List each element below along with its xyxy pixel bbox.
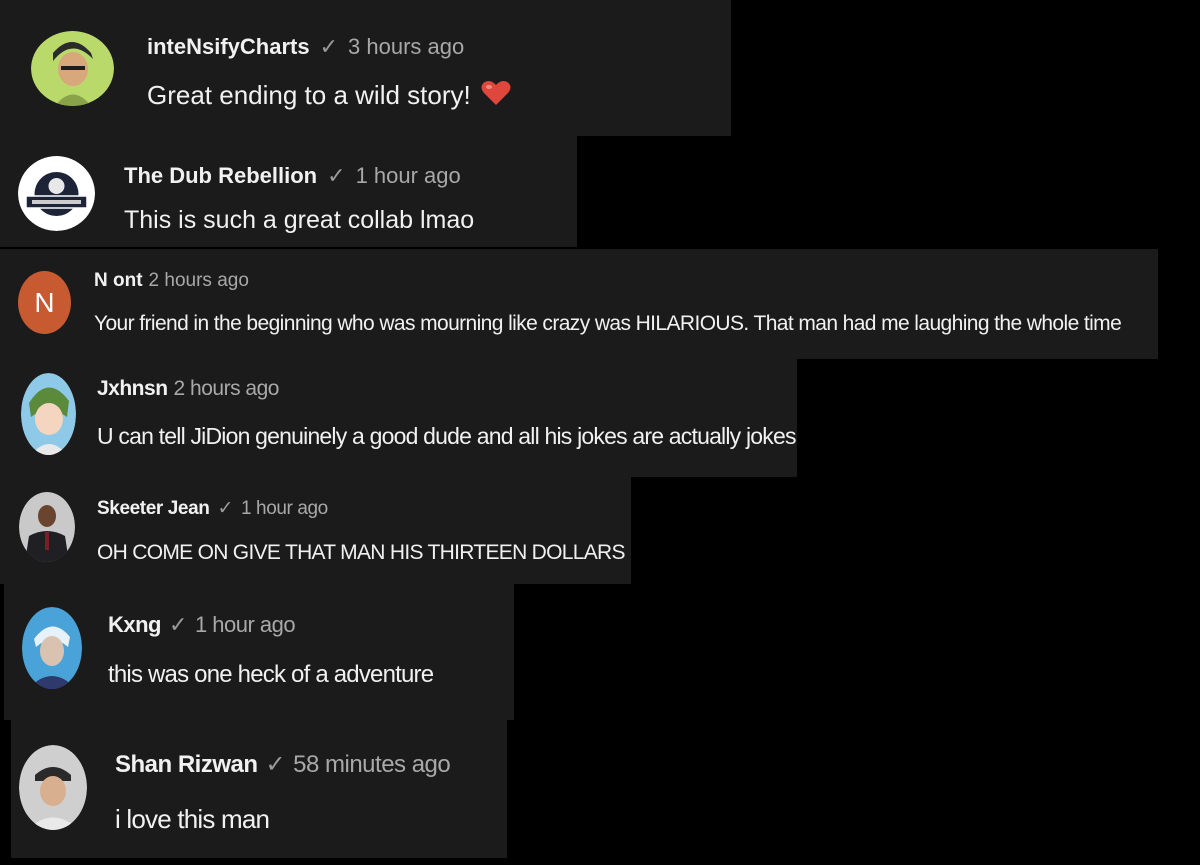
comment-text: OH COME ON GIVE THAT MAN HIS THIRTEEN DO… — [97, 541, 626, 564]
comment-text: U can tell JiDion genuinely a good dude … — [97, 423, 796, 449]
verified-check-icon: ✓ — [327, 163, 346, 188]
timestamp[interactable]: 1 hour ago — [356, 163, 461, 189]
comment-text: This is such a great collab lmao — [124, 206, 475, 234]
comment-card: Kxng ✓ 1 hour ago this was one heck of a… — [4, 584, 514, 720]
author-name[interactable]: inteNsifyCharts — [147, 34, 310, 60]
avatar[interactable] — [21, 373, 76, 455]
comment-card: Skeeter Jean ✓ 1 hour ago OH COME ON GIV… — [0, 477, 631, 584]
comment-text: this was one heck of a adventure — [108, 661, 434, 688]
verified-check-icon: ✓ — [217, 498, 233, 519]
comment-text: i love this man — [115, 804, 270, 834]
comment-card: The Dub Rebellion ✓ 1 hour ago This is s… — [0, 136, 577, 247]
timestamp[interactable]: 1 hour ago — [241, 498, 328, 520]
author-name[interactable]: Jxhnsn — [97, 377, 168, 401]
avatar[interactable] — [18, 156, 95, 231]
verified-check-icon: ✓ — [319, 34, 339, 59]
author-name[interactable]: Skeeter Jean — [97, 498, 210, 520]
timestamp[interactable]: 2 hours ago — [149, 270, 249, 292]
timestamp[interactable]: 58 minutes ago — [293, 751, 451, 779]
comment-card: Shan Rizwan ✓ 58 minutes ago i love this… — [11, 720, 507, 858]
avatar[interactable] — [22, 607, 82, 689]
avatar[interactable] — [31, 31, 114, 106]
comment-card: N N ont 2 hours ago Your friend in the b… — [0, 249, 1158, 359]
comment-card: Jxhnsn 2 hours ago U can tell JiDion gen… — [0, 359, 797, 477]
author-name[interactable]: The Dub Rebellion — [124, 163, 317, 189]
comment-card: inteNsifyCharts ✓ 3 hours ago Great endi… — [0, 0, 731, 136]
timestamp[interactable]: 3 hours ago — [348, 34, 464, 60]
comment-text: Great ending to a wild story! — [147, 80, 471, 110]
author-name[interactable]: Shan Rizwan — [115, 751, 258, 779]
avatar[interactable] — [19, 745, 87, 830]
verified-check-icon: ✓ — [265, 751, 286, 778]
author-name[interactable]: N ont — [94, 270, 143, 292]
comment-text: Your friend in the beginning who was mou… — [94, 312, 1122, 335]
verified-check-icon: ✓ — [169, 612, 187, 637]
avatar-letter: N — [34, 286, 55, 318]
avatar[interactable]: N — [18, 271, 71, 334]
heart-icon — [481, 80, 511, 113]
timestamp[interactable]: 1 hour ago — [195, 612, 296, 638]
timestamp[interactable]: 2 hours ago — [174, 377, 280, 401]
avatar[interactable] — [19, 492, 75, 562]
author-name[interactable]: Kxng — [108, 612, 162, 638]
